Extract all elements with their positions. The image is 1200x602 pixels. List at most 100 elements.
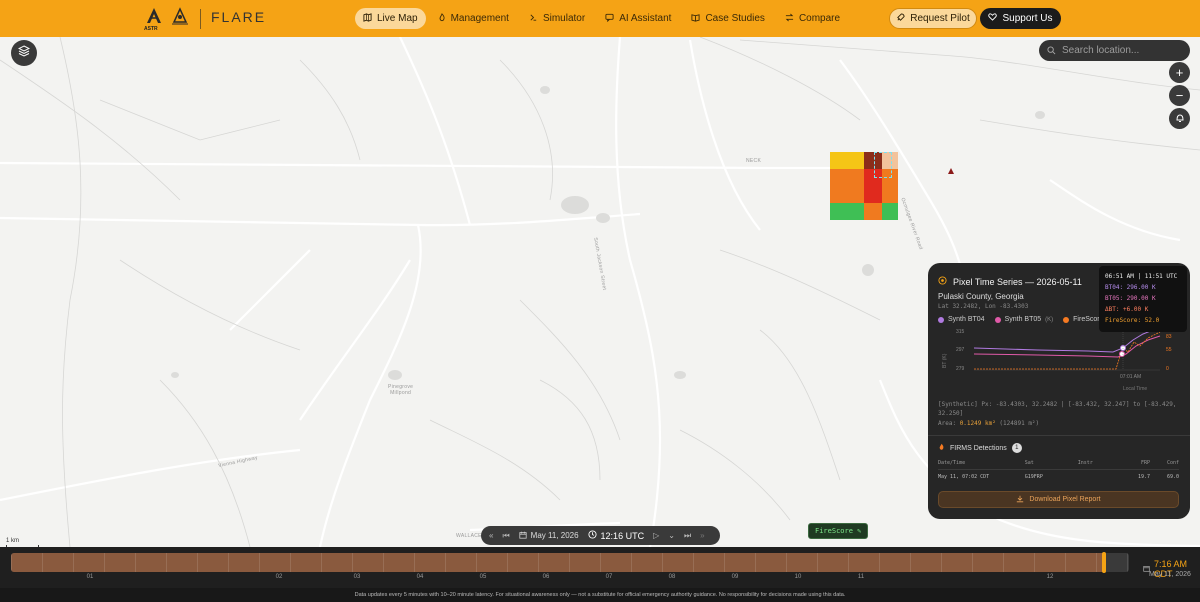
column-header: Conf <box>1150 460 1179 470</box>
chevron-down-icon[interactable]: ⌄ <box>668 531 675 540</box>
nav-ai-assistant[interactable]: AI Assistant <box>597 8 679 29</box>
firms-table: Date/Time Sat Instr FRP Conf May 11, 07:… <box>938 460 1179 480</box>
nav-label: Live Map <box>377 13 418 24</box>
timeline-tick-line <box>507 553 508 572</box>
firms-title-text: FIRMS Detections <box>950 444 1007 452</box>
scale-label: 1 km <box>6 538 20 544</box>
heat-cell[interactable] <box>830 169 864 203</box>
search-icon <box>1047 42 1056 60</box>
heat-cell[interactable] <box>830 152 864 169</box>
table-header-row: Date/Time Sat Instr FRP Conf <box>938 460 1179 470</box>
timeline-tick-label: 02 <box>275 574 283 580</box>
rewind-icon[interactable]: « <box>489 531 493 540</box>
skip-back-icon[interactable]: ⏮ <box>502 531 509 541</box>
timeline-tick-line <box>290 553 291 572</box>
timeline-tick-label: 06 <box>542 574 550 580</box>
search-bar[interactable] <box>1039 40 1190 61</box>
timeline-tick-label: 04 <box>416 574 424 580</box>
timeline-tick-label: 03 <box>353 574 361 580</box>
partner-logo[interactable] <box>170 6 190 31</box>
notifications-button[interactable] <box>1169 108 1190 129</box>
map-label-neck: NECK <box>746 158 762 164</box>
calendar-icon[interactable] <box>519 531 527 541</box>
timeline-tick-line <box>941 553 942 572</box>
timeline-tick-label: 05 <box>479 574 487 580</box>
timeline-tick-line <box>724 553 725 572</box>
legend-firescore[interactable]: FireScore <box>1063 316 1104 323</box>
main-nav: Live Map Management Simulator AI Assista… <box>355 8 848 29</box>
timeline-handle[interactable] <box>1102 552 1107 573</box>
y-tick: 279 <box>956 366 965 372</box>
legend-bt05[interactable]: Synth BT05 (K) <box>994 316 1054 323</box>
layers-button[interactable] <box>11 40 37 66</box>
chat-icon <box>605 13 614 25</box>
map-label-pond: Pinegrove Millpond <box>388 384 414 396</box>
download-pixel-report-button[interactable]: Download Pixel Report <box>938 491 1179 508</box>
flame-icon <box>938 443 945 453</box>
legend-unit: (K) <box>1045 316 1054 323</box>
timeline-tick-line <box>817 553 818 572</box>
footer-disclaimer: Data updates every 5 minutes with 10–20 … <box>0 588 1200 602</box>
zoom-out-button[interactable]: − <box>1169 85 1190 106</box>
table-row[interactable]: May 11, 07:02 CDT G19FRP 19.7 69.0 <box>938 470 1179 480</box>
heat-cell[interactable] <box>864 203 882 220</box>
timeline-tick-line <box>259 553 260 572</box>
time-series-chart[interactable]: BT (K) 315 297 279 83 55 0 07:01 AM Loca… <box>938 326 1183 398</box>
panel-title: Pixel Time Series — 2026-05-11 <box>938 276 1082 287</box>
tooltip-bt04: BT04: 296.00 K <box>1105 284 1156 291</box>
download-label: Download Pixel Report <box>1029 496 1101 503</box>
firescore-layer-badge[interactable]: FireScore ✎ <box>808 523 869 539</box>
logo-group: ASTR FLARE <box>144 6 266 32</box>
nav-simulator[interactable]: Simulator <box>521 8 593 29</box>
plus-icon: + <box>1175 65 1184 80</box>
map-label-wallace: WALLACE <box>456 533 482 539</box>
timeline-tick-line <box>414 553 415 572</box>
area-extra: (124891 m²) <box>995 420 1040 427</box>
lat-lon-label: Lat 32.2482, Lon -83.4303 <box>938 303 1029 310</box>
play-icon[interactable]: ▷ <box>653 531 659 540</box>
y-tick: 315 <box>956 329 965 335</box>
playback-date[interactable]: May 11, 2026 <box>531 531 579 540</box>
nav-compare[interactable]: Compare <box>777 8 848 29</box>
timeline-tick-line <box>476 553 477 572</box>
nav-label: AI Assistant <box>619 13 672 24</box>
y-axis-label: BT (K) <box>942 353 948 368</box>
timeline-tick-line <box>693 553 694 572</box>
request-pilot-button[interactable]: Request Pilot <box>889 8 977 29</box>
legend-bt04[interactable]: Synth BT04 <box>938 316 985 323</box>
hover-marker <box>1119 351 1125 357</box>
timeline-track[interactable] <box>11 553 1129 572</box>
firescore-badge-label: FireScore <box>815 527 853 535</box>
playback-time[interactable]: 12:16 UTC <box>601 531 645 541</box>
nav-label: Management <box>450 13 509 24</box>
legend-dot <box>938 316 944 323</box>
nav-live-map[interactable]: Live Map <box>355 8 426 29</box>
timeline-tick-label: 09 <box>731 574 739 580</box>
minus-icon: − <box>1175 88 1184 103</box>
chart-tooltip: 06:51 AM | 11:51 UTC BT04: 296.00 K BT05… <box>1099 266 1187 332</box>
top-header: ASTR FLARE Live Map Management Simulator <box>0 0 1200 37</box>
fast-forward-icon[interactable]: » <box>700 531 704 540</box>
search-input[interactable] <box>1062 45 1182 56</box>
heat-cell[interactable] <box>830 203 864 220</box>
timeline-tick-line <box>383 553 384 572</box>
timeline-tick-line <box>569 553 570 572</box>
timeline-tick-line <box>1065 553 1066 572</box>
flare-logo[interactable]: FLARE <box>211 9 266 25</box>
skip-forward-icon[interactable]: ⏭ <box>684 531 691 541</box>
firms-detection-marker[interactable] <box>947 167 955 175</box>
nav-management[interactable]: Management <box>430 8 517 29</box>
astr-logo[interactable]: ASTR <box>144 7 164 32</box>
timeline-tick-line <box>104 553 105 572</box>
heat-cell[interactable] <box>882 203 898 220</box>
nav-case-studies[interactable]: Case Studies <box>683 8 772 29</box>
book-icon <box>691 13 701 25</box>
nav-label: Simulator <box>542 13 586 24</box>
support-us-button[interactable]: Support Us <box>980 8 1061 29</box>
zoom-in-button[interactable]: + <box>1169 62 1190 83</box>
tooltip-firescore: FireScore: 52.0 <box>1105 317 1160 324</box>
nav-label: Compare <box>798 13 841 24</box>
timeline-tick-line <box>600 553 601 572</box>
y-tick: 297 <box>956 347 965 353</box>
timeline-current-date: May 11, 2026 <box>1149 571 1191 578</box>
